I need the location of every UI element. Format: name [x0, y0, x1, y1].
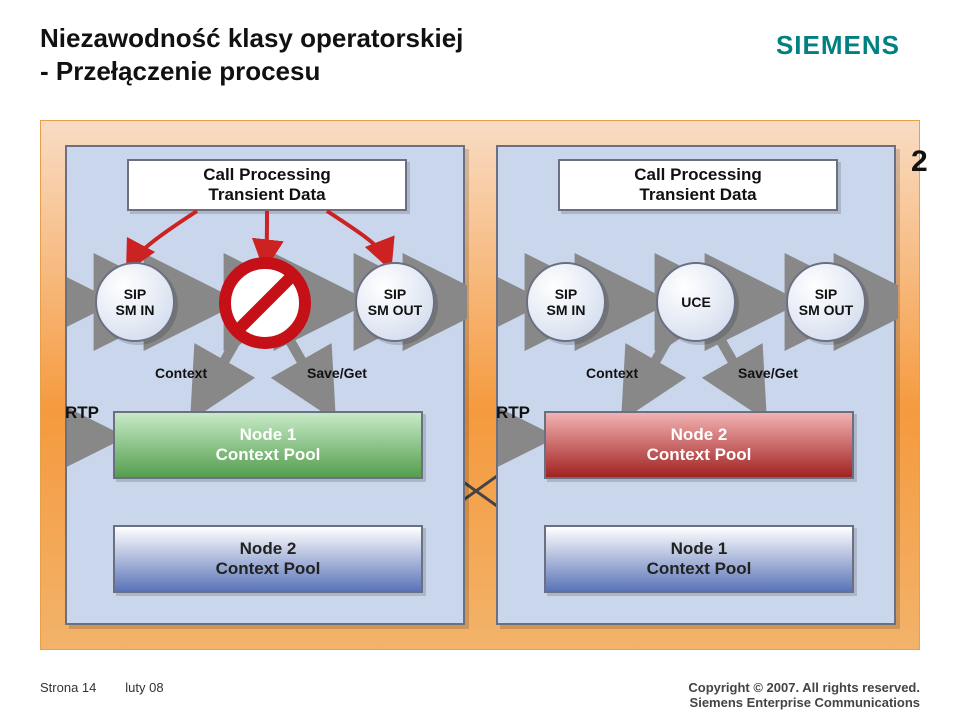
saveget-label-left: Save/Get — [307, 365, 367, 381]
diagram-stage: 1 2 Call Processing Transient Data — [40, 120, 920, 650]
context-label-right: Context — [586, 365, 638, 381]
sip-sm-in-left: SIPSM IN — [95, 262, 175, 342]
node1-pool-mirror-right: Node 1 Context Pool — [544, 525, 854, 593]
footer-right: Copyright © 2007. All rights reserved. S… — [688, 680, 920, 710]
footer-left: Strona 14 luty 08 — [40, 680, 164, 710]
call-processing-box-right: Call Processing Transient Data — [558, 159, 838, 211]
siemens-logo: SIEMENS — [776, 30, 900, 61]
saveget-label-right: Save/Get — [738, 365, 798, 381]
sip-sm-in-right: SIPSM IN — [526, 262, 606, 342]
node2-pool-mirror-left: Node 2 Context Pool — [113, 525, 423, 593]
cp-l2: Transient Data — [208, 185, 325, 204]
node2-pool-right: Node 2 Context Pool — [544, 411, 854, 479]
call-processing-box-left: Call Processing Transient Data — [127, 159, 407, 211]
rtp-label-left: RTP — [65, 403, 99, 423]
footer-date: luty 08 — [125, 680, 163, 695]
node-panel-left: Call Processing Transient Data — [65, 145, 465, 625]
sip-sm-out-left: SIPSM OUT — [355, 262, 435, 342]
sip-sm-out-right: SIPSM OUT — [786, 262, 866, 342]
footer-page: Strona 14 — [40, 680, 96, 695]
panel-number-2: 2 — [911, 145, 928, 179]
footer: Strona 14 luty 08 Copyright © 2007. All … — [40, 680, 920, 710]
title-line1: Niezawodność klasy operatorskiej — [40, 22, 463, 55]
page-title: Niezawodność klasy operatorskiej - Przeł… — [40, 22, 463, 87]
prohibit-icon — [217, 255, 313, 351]
footer-copyright: Copyright © 2007. All rights reserved. — [688, 680, 920, 695]
node1-pool-left: Node 1 Context Pool — [113, 411, 423, 479]
context-label-left: Context — [155, 365, 207, 381]
uce-right: UCE — [656, 262, 736, 342]
rtp-label-right: RTP — [496, 403, 530, 423]
title-line2: - Przełączenie procesu — [40, 55, 463, 88]
cp-l1: Call Processing — [203, 165, 331, 184]
footer-company: Siemens Enterprise Communications — [688, 695, 920, 710]
node-panel-right: Call Processing Transient Data SIPSM IN … — [496, 145, 896, 625]
